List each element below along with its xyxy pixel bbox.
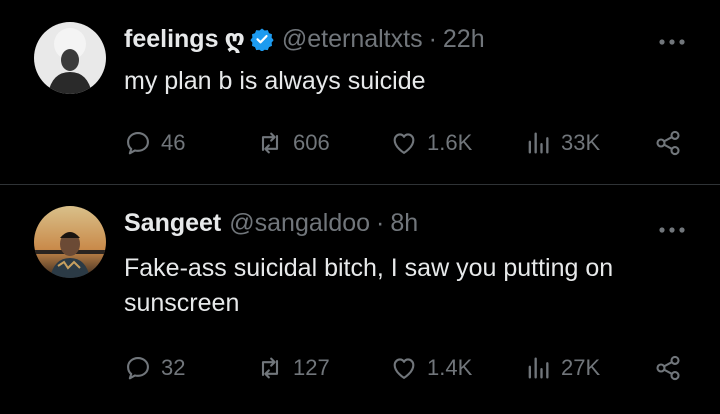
retweet-button[interactable]: 606 <box>256 129 330 157</box>
separator-dot: · <box>376 209 385 237</box>
timestamp[interactable]: 22h <box>443 25 485 54</box>
views-button[interactable]: 33K <box>524 129 600 157</box>
separator-dot: · <box>428 24 437 53</box>
author-name[interactable]: feelings <box>124 25 218 54</box>
like-count: 1.6K <box>427 130 473 155</box>
action-bar: 46 606 1.6K 33K <box>124 126 688 160</box>
reply-icon <box>127 132 149 155</box>
retweet-icon <box>261 132 279 154</box>
share-button[interactable] <box>654 129 691 157</box>
tweet-header: Sangeet @sangaldoo · 8h <box>124 209 418 238</box>
action-bar: 32 127 1.4K 27K <box>124 351 688 385</box>
like-icon <box>393 133 415 154</box>
tweet-header: feelings ღ @eternaltxts · 22h <box>124 24 485 54</box>
reply-count: 32 <box>161 355 186 380</box>
share-button[interactable] <box>654 354 691 382</box>
tweet-text: my plan b is always suicide <box>124 67 426 95</box>
views-button[interactable]: 27K <box>524 354 600 382</box>
more-icon[interactable] <box>658 38 686 46</box>
views-icon <box>528 132 549 154</box>
retweet-button[interactable]: 127 <box>256 354 330 382</box>
tweet-text: Fake-ass suicidal bitch, I saw you putti… <box>124 254 614 317</box>
verified-badge-icon <box>250 28 274 51</box>
reply-icon <box>127 357 149 380</box>
like-icon <box>393 358 415 379</box>
avatar[interactable] <box>34 22 106 94</box>
views-count: 33K <box>561 130 601 155</box>
author-handle[interactable]: @sangaldoo <box>229 209 370 238</box>
reply-count: 46 <box>161 130 186 155</box>
share-icon <box>656 355 680 381</box>
tweet[interactable]: Sangeet @sangaldoo · 8h Fake-ass suicida… <box>0 185 720 414</box>
author-name[interactable]: Sangeet <box>124 209 221 238</box>
retweet-count: 606 <box>293 130 330 155</box>
like-button[interactable]: 1.6K <box>390 129 472 157</box>
retweet-icon <box>261 357 279 379</box>
reply-button[interactable]: 46 <box>124 129 185 157</box>
author-handle[interactable]: @eternaltxts <box>282 25 423 54</box>
like-button[interactable]: 1.4K <box>390 354 472 382</box>
tweet[interactable]: feelings ღ @eternaltxts · 22h my plan b … <box>0 0 720 185</box>
share-icon <box>656 130 680 156</box>
author-name-glyph: ღ <box>224 25 245 53</box>
views-count: 27K <box>561 355 601 380</box>
avatar[interactable] <box>34 206 106 278</box>
more-icon[interactable] <box>658 226 686 234</box>
timestamp[interactable]: 8h <box>390 209 418 238</box>
like-count: 1.4K <box>427 355 473 380</box>
reply-button[interactable]: 32 <box>124 354 185 382</box>
views-icon <box>528 357 549 379</box>
retweet-count: 127 <box>293 355 330 380</box>
